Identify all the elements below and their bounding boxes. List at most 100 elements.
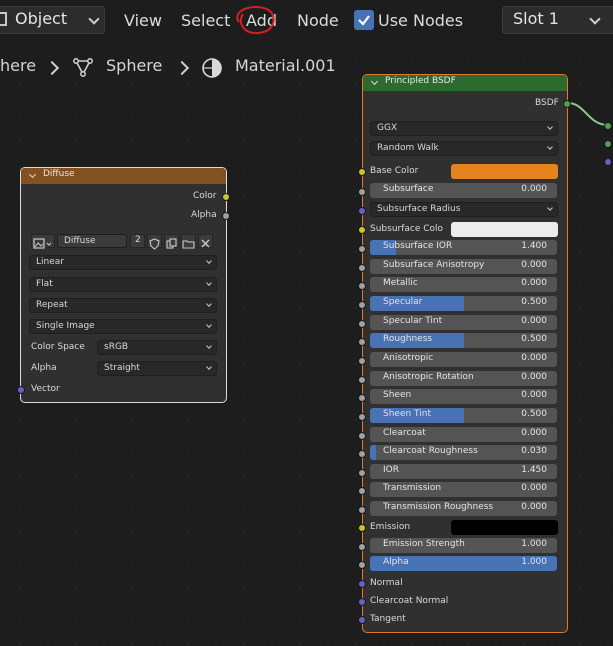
subsurface-slider[interactable]: Subsurface 0.000 (370, 183, 557, 198)
slider-label: IOR (383, 464, 399, 475)
base-color-swatch[interactable] (451, 164, 558, 179)
menu-view[interactable]: View (124, 8, 162, 34)
alpha-slider[interactable]: Alpha 1.000 (370, 556, 557, 571)
emission-strength-slider[interactable]: Emission Strength 1.000 (370, 538, 557, 553)
slider-value: 1.450 (521, 464, 547, 475)
image-name: Diffuse (64, 236, 96, 246)
anisotropic-rotation-slider[interactable]: Anisotropic Rotation 0.000 (370, 370, 557, 386)
image-name-field[interactable]: Diffuse (57, 234, 127, 248)
extension-dropdown[interactable]: Repeat (29, 298, 217, 313)
duplicate-image-button[interactable] (164, 234, 179, 249)
transmission-slider[interactable]: Transmission 0.000 (370, 482, 557, 498)
input-ior-socket[interactable] (358, 468, 366, 477)
slider-value: 0.030 (521, 446, 547, 457)
shield-icon (149, 238, 160, 250)
node-title: Diffuse (43, 169, 75, 179)
node-header[interactable]: Principled BSDF (363, 75, 567, 91)
distribution-dropdown[interactable]: GGX (370, 121, 558, 136)
collapse-caret-icon[interactable] (370, 77, 379, 86)
input-subsurface-anisotropy-socket[interactable] (358, 263, 366, 272)
interpolation-dropdown[interactable]: Linear (29, 255, 217, 270)
alpha-mode-value: Straight (104, 363, 140, 373)
object-mode-icon (0, 12, 7, 26)
sheen-tint-slider[interactable]: Sheen Tint 0.500 (370, 407, 557, 423)
input-emission-strength-socket[interactable] (358, 543, 366, 551)
output-bsdf-socket[interactable] (563, 100, 571, 108)
specular-tint-slider[interactable]: Specular Tint 0.000 (370, 314, 557, 330)
roughness-slider[interactable]: Roughness 0.500 (370, 333, 557, 349)
slider-value: 0.000 (521, 259, 547, 270)
tangent-label: Tangent (370, 614, 406, 624)
breadcrumb-material: Material.001 (235, 56, 336, 75)
subsurface-radius-dropdown[interactable]: Subsurface Radius (370, 202, 558, 217)
input-alpha-socket[interactable] (358, 561, 366, 569)
anisotropic-slider[interactable]: Anisotropic 0.000 (370, 351, 557, 367)
node-title: Principled BSDF (385, 76, 456, 86)
projection-dropdown[interactable]: Flat (29, 277, 217, 292)
alpha-mode-dropdown[interactable]: Straight (97, 361, 217, 376)
unlink-image-button[interactable] (198, 234, 213, 248)
input-specular-tint-socket[interactable] (358, 319, 366, 328)
sheen-slider[interactable]: Sheen 0.000 (370, 389, 557, 405)
slider-value: 0.500 (521, 334, 547, 345)
source-dropdown[interactable]: Single Image (29, 319, 217, 334)
fake-user-button[interactable] (147, 234, 162, 250)
input-clearcoat-normal-socket[interactable] (358, 598, 366, 606)
input-tangent-socket[interactable] (358, 616, 366, 624)
input-subsurface-ior-socket[interactable] (358, 245, 366, 253)
chevron-down-icon (206, 364, 212, 370)
input-vector-socket[interactable] (17, 386, 25, 394)
input-subsurface-socket[interactable] (358, 188, 366, 196)
image-users-count[interactable]: 2 (130, 234, 145, 248)
mode-label: Object (15, 9, 68, 28)
slider-label: Metallic (383, 278, 418, 289)
color-space-dropdown[interactable]: sRGB (97, 340, 217, 355)
transmission-roughness-slider[interactable]: Transmission Roughness 0.000 (370, 501, 557, 517)
menu-select[interactable]: Select (181, 8, 230, 34)
input-subsurface-color-socket[interactable] (358, 226, 366, 234)
slider-label: Subsurface Anisotropy (383, 259, 485, 270)
input-anisotropic-socket[interactable] (358, 356, 366, 365)
input-clearcoat-socket[interactable] (358, 431, 366, 440)
subsurface-radius-label: Subsurface Radius (377, 204, 461, 214)
slider-value: 0.000 (521, 315, 547, 326)
slider-label: Transmission Roughness (383, 502, 494, 513)
subsurface-method-dropdown[interactable]: Random Walk (370, 141, 558, 156)
open-image-button[interactable] (181, 234, 196, 249)
clearcoat-slider[interactable]: Clearcoat 0.000 (370, 426, 557, 442)
mode-dropdown[interactable]: Object (0, 6, 105, 34)
image-browse-button[interactable] (31, 234, 55, 249)
projection-value: Flat (36, 279, 53, 289)
specular-slider[interactable]: Specular 0.500 (370, 295, 557, 311)
subsurface-anisotropy-slider[interactable]: Subsurface Anisotropy 0.000 (370, 258, 557, 274)
output-color-socket[interactable] (222, 193, 230, 201)
subsurface-color-swatch[interactable] (451, 222, 558, 237)
slider-label: Specular Tint (383, 315, 443, 326)
slider-label: Transmission (383, 483, 442, 494)
users-count: 2 (135, 235, 141, 245)
input-specular-socket[interactable] (358, 300, 366, 309)
offscreen-socket (604, 158, 612, 166)
input-anisotropic-rotation-socket[interactable] (358, 375, 366, 384)
input-emission-socket[interactable] (358, 524, 366, 532)
collapse-caret-icon[interactable] (28, 170, 37, 179)
subsurface-ior-slider[interactable]: Subsurface IOR 1.400 (370, 240, 557, 255)
metallic-slider[interactable]: Metallic 0.000 (370, 277, 557, 293)
node-editor-header: Object View Select Add Node Use Nodes Sl… (0, 0, 613, 40)
use-nodes-checkbox[interactable] (354, 10, 374, 30)
emission-color-swatch[interactable] (451, 520, 558, 535)
slider-value: 0.000 (521, 371, 547, 382)
use-nodes-label[interactable]: Use Nodes (378, 8, 463, 34)
clearcoat-roughness-slider[interactable]: Clearcoat Roughness 0.030 (370, 445, 557, 461)
node-header[interactable]: Diffuse (21, 168, 226, 184)
input-sheen-tint-socket[interactable] (358, 412, 366, 421)
input-subsurface-radius-socket[interactable] (358, 207, 366, 215)
slot-label: Slot 1 (513, 9, 559, 28)
slot-dropdown[interactable]: Slot 1 (502, 6, 613, 34)
input-normal-socket[interactable] (358, 580, 366, 588)
menu-node[interactable]: Node (297, 8, 339, 34)
output-alpha-socket[interactable] (222, 212, 230, 220)
ior-slider[interactable]: IOR 1.450 (370, 463, 557, 479)
slider-value: 0.000 (521, 427, 547, 438)
input-base-color-socket[interactable] (358, 168, 366, 176)
